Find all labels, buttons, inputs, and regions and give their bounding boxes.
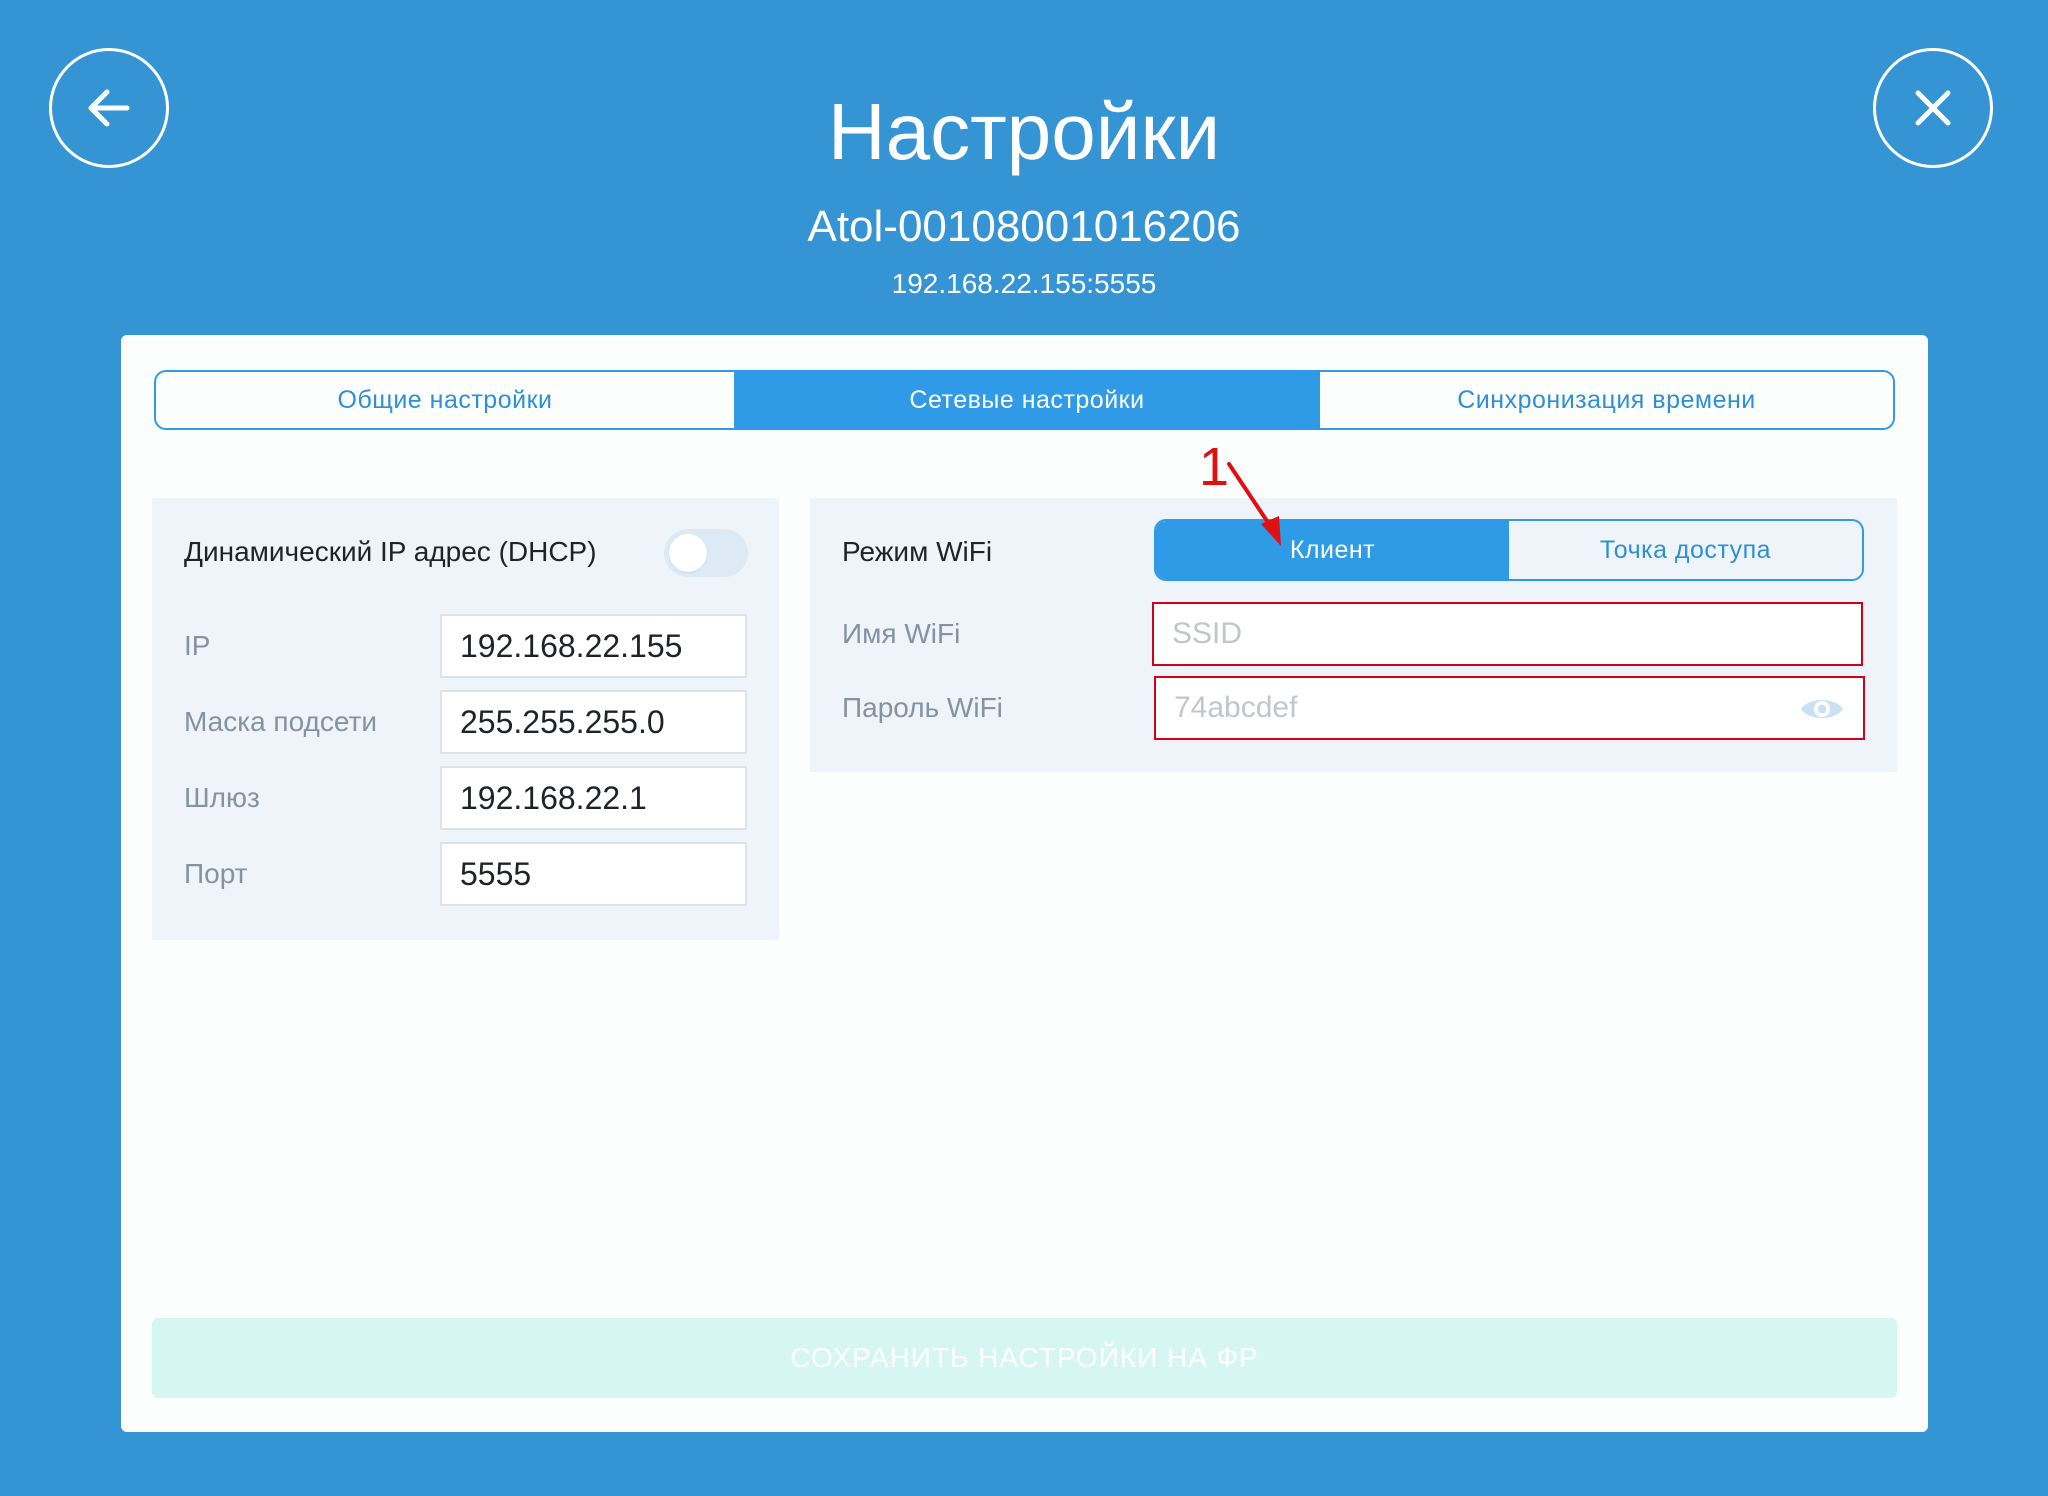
gateway-label: Шлюз <box>184 782 260 813</box>
wifi-settings-panel: Режим WiFi Клиент Точка доступа Имя WiFi… <box>810 498 1897 772</box>
ip-settings-panel: Динамический IP адрес (DHCP) IP 192.168.… <box>152 498 779 940</box>
wifi-name-input[interactable]: SSID <box>1152 602 1863 666</box>
tab-general[interactable]: Общие настройки <box>156 372 736 428</box>
dhcp-toggle[interactable] <box>664 529 748 577</box>
tab-network[interactable]: Сетевые настройки <box>736 372 1318 428</box>
wifi-mode-client[interactable]: Клиент <box>1156 521 1509 579</box>
wifi-mode-label: Режим WiFi <box>842 536 993 567</box>
toggle-knob <box>669 534 707 572</box>
dhcp-label: Динамический IP адрес (DHCP) <box>184 536 597 567</box>
wifi-password-label: Пароль WiFi <box>842 692 1003 723</box>
device-address: 192.168.22.155:5555 <box>891 268 1157 299</box>
settings-tabs: Общие настройки Сетевые настройки Синхро… <box>154 370 1895 430</box>
eye-icon[interactable] <box>1799 694 1845 724</box>
page-title: Настройки <box>827 87 1221 176</box>
wifi-mode-access-point[interactable]: Точка доступа <box>1509 521 1862 579</box>
annotation-arrow-icon <box>1227 462 1281 546</box>
ip-label: IP <box>184 630 211 661</box>
mask-label: Маска подсети <box>184 706 377 737</box>
gateway-field[interactable]: 192.168.22.1 <box>440 766 747 830</box>
save-settings-button[interactable]: СОХРАНИТЬ НАСТРОЙКИ НА ФР <box>152 1318 1897 1398</box>
wifi-name-label: Имя WiFi <box>842 618 961 649</box>
device-name: Atol-00108001016206 <box>807 202 1241 251</box>
settings-card: Общие настройки Сетевые настройки Синхро… <box>121 335 1928 1432</box>
wifi-password-placeholder: 74abcdef <box>1174 691 1298 724</box>
wifi-name-placeholder: SSID <box>1172 617 1243 650</box>
wifi-password-input[interactable]: 74abcdef <box>1154 676 1865 740</box>
port-field[interactable]: 5555 <box>440 842 747 906</box>
ip-field[interactable]: 192.168.22.155 <box>440 614 747 678</box>
tab-time-sync[interactable]: Синхронизация времени <box>1318 372 1893 428</box>
mask-field[interactable]: 255.255.255.0 <box>440 690 747 754</box>
port-label: Порт <box>184 858 248 889</box>
